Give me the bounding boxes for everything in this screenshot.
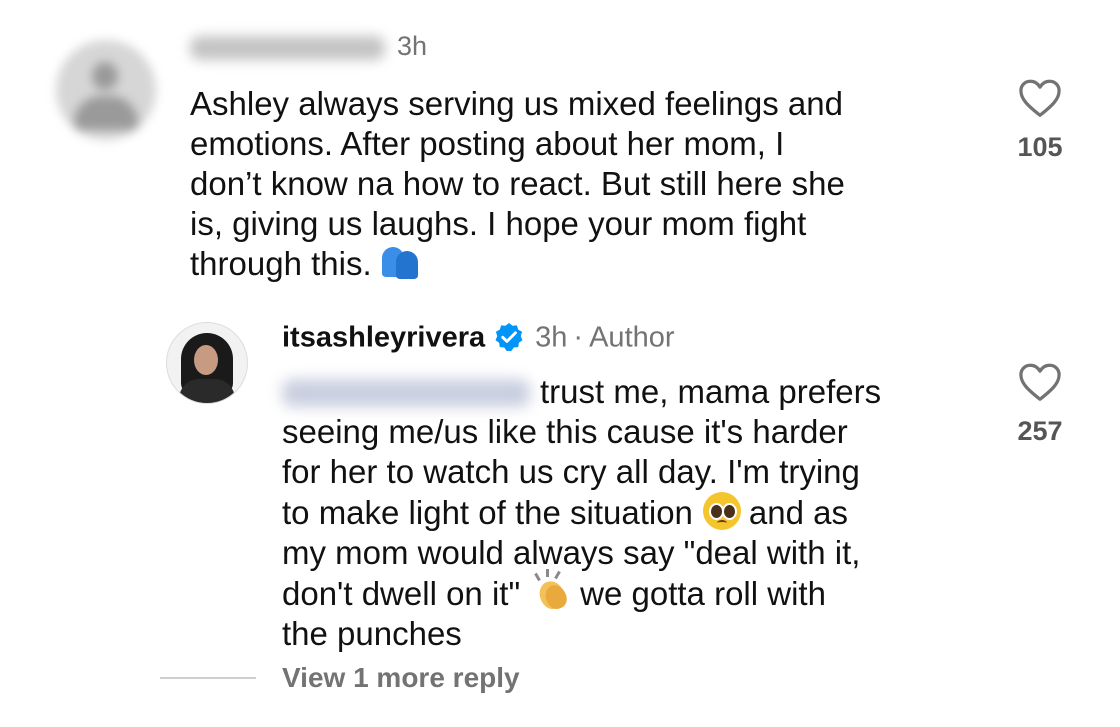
comment-time: 3h <box>397 31 428 61</box>
view-more-replies-label: View 1 more reply <box>282 662 520 693</box>
like-count: 257 <box>1017 416 1063 446</box>
comment: 3h Ashley always serving us mixed feelin… <box>0 0 1120 300</box>
comment-line-text: through this. <box>190 245 372 282</box>
comment-line: Ashley always serving us mixed feelings … <box>190 85 843 122</box>
divider <box>160 677 256 679</box>
reply-line-text: and as <box>748 494 848 531</box>
like-count: 105 <box>1017 132 1063 162</box>
reply-username[interactable]: itsashleyrivera <box>282 321 485 353</box>
reply-text: trust me, mama prefers seeing me/us like… <box>282 372 982 654</box>
reply-line-text: we gotta roll with <box>580 575 826 612</box>
comment-line: don’t know na how to react. But still he… <box>190 165 845 202</box>
reply-line: the punches <box>282 615 462 652</box>
reply-line: my mom would always say "deal with it, <box>282 534 861 571</box>
reply-line-text: trust me, mama prefers <box>540 373 882 410</box>
like-control: 257 <box>1010 362 1070 447</box>
reply-line: for her to watch us cry all day. I'm try… <box>282 453 860 490</box>
author-tag: Author <box>589 321 675 354</box>
avatar[interactable] <box>56 40 156 140</box>
verified-badge-icon <box>495 323 523 352</box>
reply-header: itsashleyrivera 3h · Author <box>282 318 675 355</box>
clapping-hands-emoji-icon <box>534 569 571 613</box>
reply-line: don't dwell on it" we gotta roll with <box>282 569 982 614</box>
view-more-replies-button[interactable]: View 1 more reply <box>160 662 520 694</box>
comment-text: Ashley always serving us mixed feelings … <box>190 84 980 284</box>
reply-line-text: don't dwell on it" <box>282 575 521 612</box>
heart-icon[interactable] <box>1018 78 1062 118</box>
blurred-mention[interactable] <box>282 379 530 407</box>
reply-line: trust me, mama prefers <box>282 372 982 412</box>
comment-line: is, giving us laughs. I hope your mom fi… <box>190 205 807 242</box>
author-avatar[interactable] <box>166 322 248 404</box>
reply: itsashleyrivera 3h · Author trust me, mama… <box>0 300 1120 727</box>
reply-line: seeing me/us like this cause it's harder <box>282 413 848 450</box>
comment-line-last: through this. <box>190 244 980 284</box>
heart-icon[interactable] <box>1018 362 1062 402</box>
comment-line: emotions. After posting about her mom, I <box>190 125 785 162</box>
reply-line-text: to make light of the situation <box>282 494 693 531</box>
hugging-people-emoji-icon <box>380 247 420 279</box>
separator-dot: · <box>573 321 584 354</box>
like-control: 105 <box>1010 78 1070 163</box>
reply-line: to make light of the situation and as <box>282 492 982 533</box>
blurred-username[interactable] <box>190 35 385 60</box>
reply-time: 3h <box>535 321 568 354</box>
comment-meta: 3h <box>190 30 427 62</box>
pleading-face-emoji-icon <box>702 492 741 530</box>
